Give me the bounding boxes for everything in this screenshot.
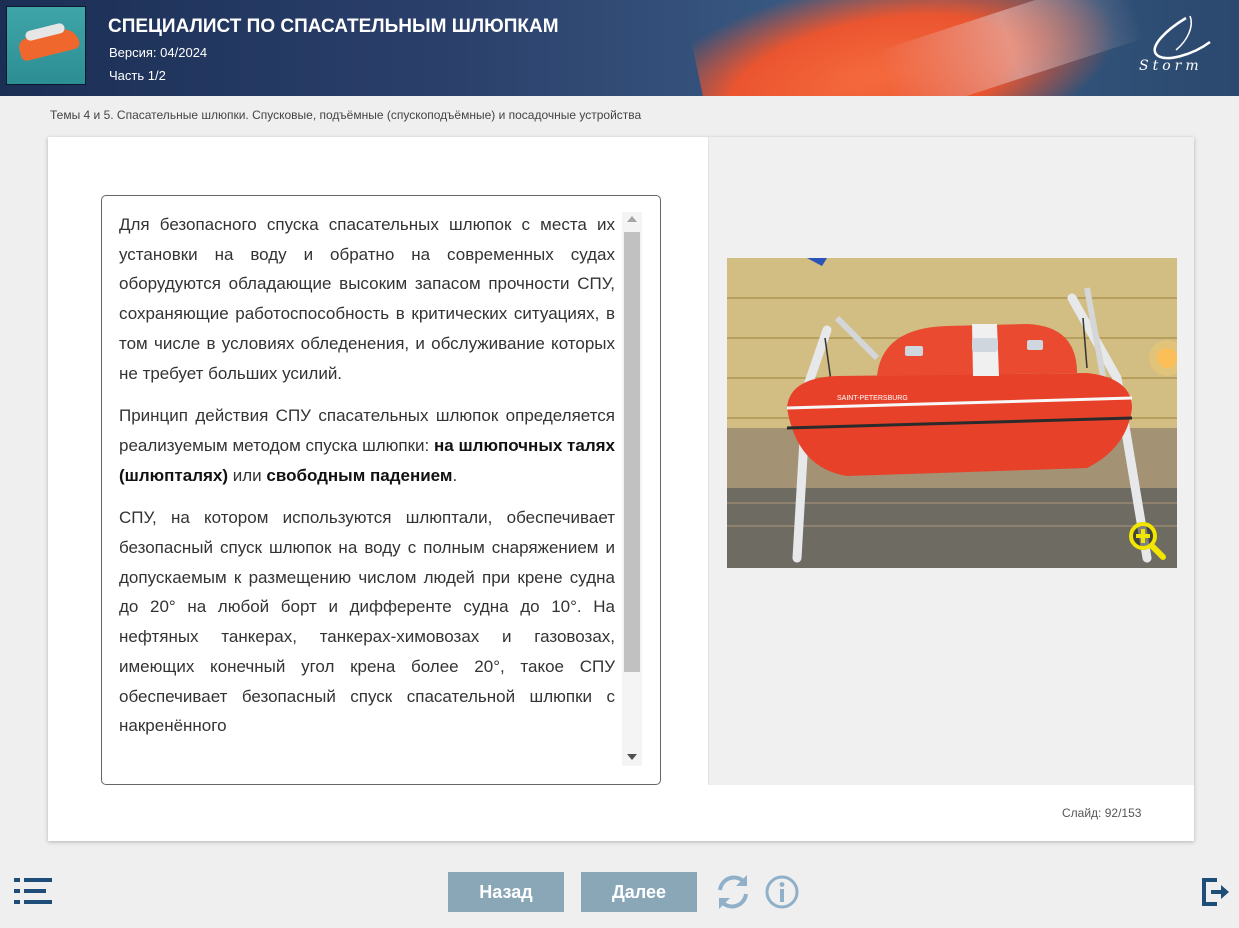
course-part: Часть 1/2	[109, 68, 166, 83]
paragraph-2-bold-2: свободным падением	[266, 465, 453, 485]
paragraph-3: СПУ, на котором используются шлюптали, о…	[119, 508, 615, 736]
slide-counter: Слайд: 92/153	[1062, 806, 1142, 820]
header-banner: СПЕЦИАЛИСТ ПО СПАСАТЕЛЬНЫМ ШЛЮПКАМ Верси…	[0, 0, 1239, 96]
zoom-in-icon[interactable]	[1125, 520, 1173, 564]
scrollbar-thumb[interactable]	[624, 232, 640, 672]
paragraph-2-end: .	[452, 465, 458, 485]
next-button[interactable]: Далее	[581, 872, 697, 912]
paragraph-1: Для безопасного спуска спасательных шлюп…	[119, 215, 615, 383]
course-title: СПЕЦИАЛИСТ ПО СПАСАТЕЛЬНЫМ ШЛЮПКАМ	[108, 16, 559, 37]
refresh-icon[interactable]	[714, 873, 752, 911]
text-scroll-box[interactable]: Для безопасного спуска спасательных шлюп…	[101, 195, 661, 785]
lifeboat-illustration: SAINT-PETERSBURG	[727, 258, 1177, 568]
paragraph-2-mid: или	[228, 465, 267, 485]
boat-name-text: SAINT-PETERSBURG	[837, 395, 908, 402]
storm-logo-text: Storm	[1139, 58, 1203, 74]
scroll-down-arrow-icon[interactable]	[627, 754, 637, 760]
text-scrollbar[interactable]	[622, 212, 642, 766]
topic-breadcrumb: Темы 4 и 5. Спасательные шлюпки. Спусков…	[50, 108, 642, 122]
scroll-up-arrow-icon[interactable]	[627, 216, 637, 222]
course-thumbnail	[6, 6, 86, 85]
paragraph-2: Принцип действия СПУ спасательных шлюпок…	[119, 401, 615, 490]
course-version: Версия: 04/2024	[109, 45, 208, 60]
info-icon[interactable]	[764, 874, 800, 910]
exit-icon[interactable]	[1201, 877, 1231, 907]
back-button[interactable]: Назад	[448, 872, 564, 912]
slide-card: Для безопасного спуска спасательных шлюп…	[48, 137, 1194, 841]
slide-text: Для безопасного спуска спасательных шлюп…	[119, 210, 615, 754]
lifeboat-photo[interactable]: SAINT-PETERSBURG	[727, 258, 1177, 568]
list-menu-icon[interactable]	[14, 877, 52, 905]
